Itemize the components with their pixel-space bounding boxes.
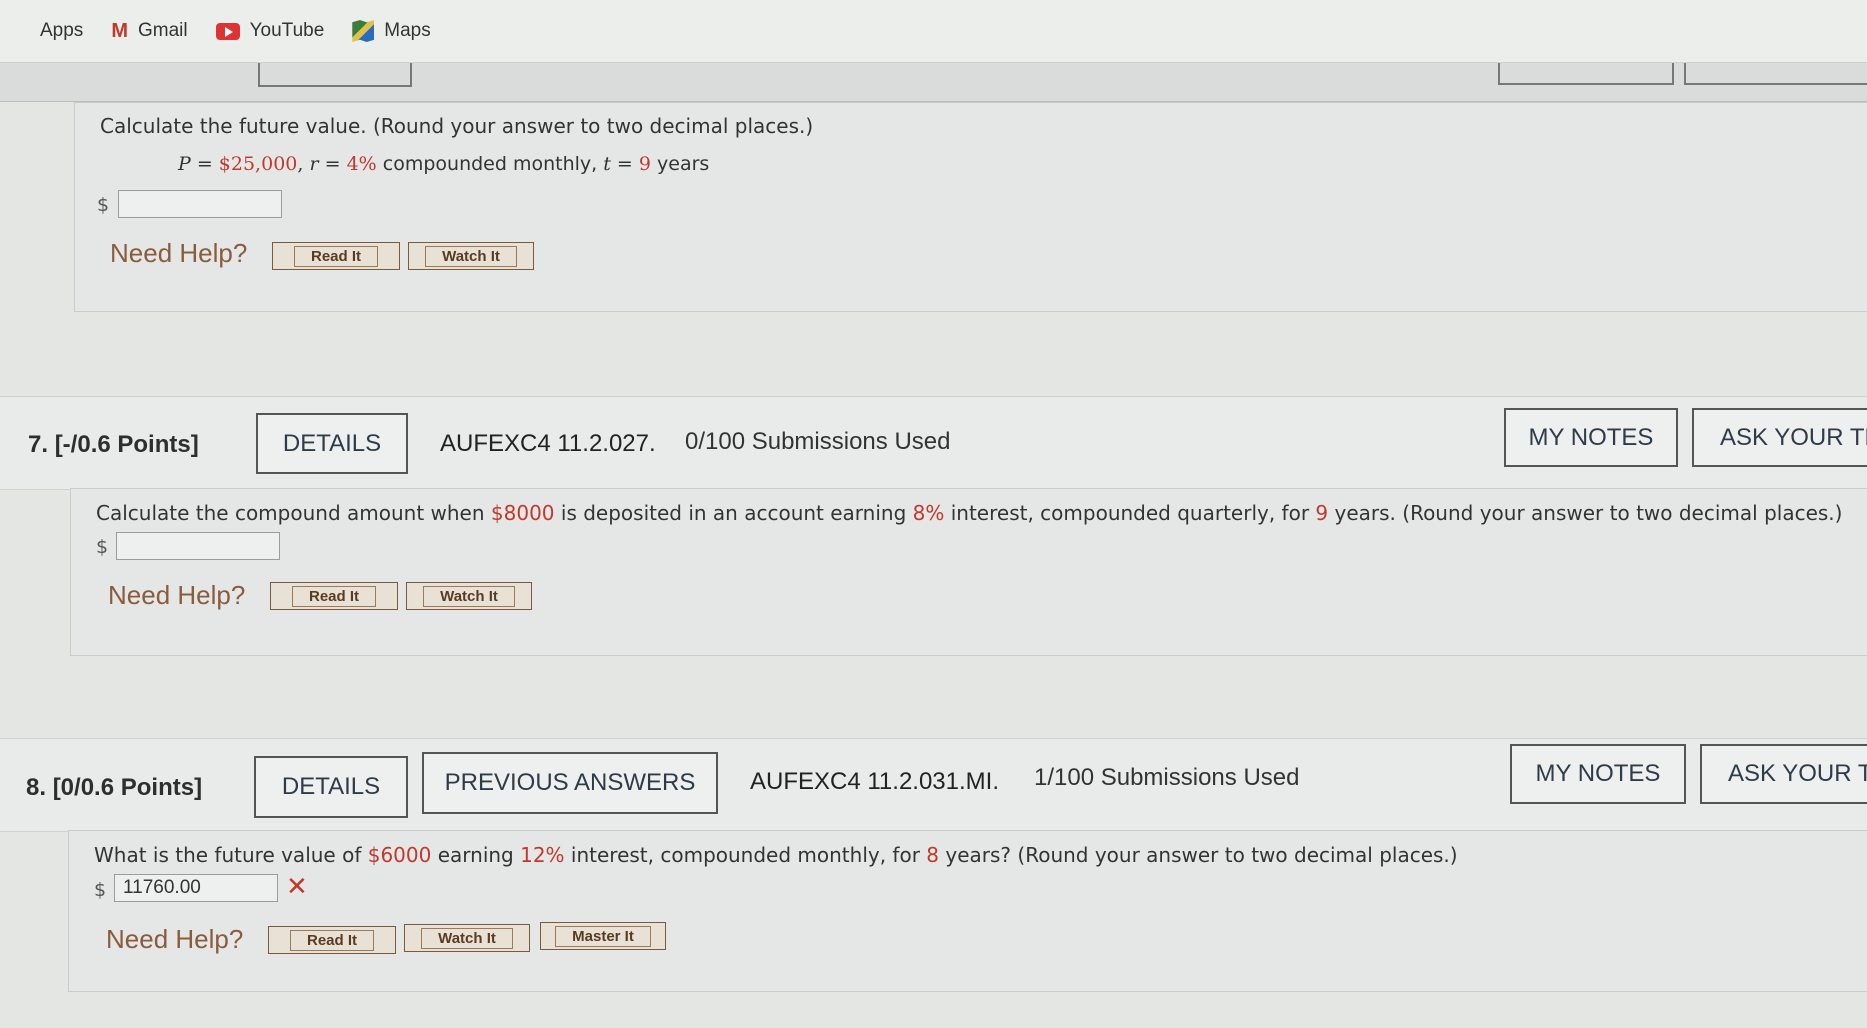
question7-code: AUFEXC4 11.2.027. — [440, 430, 656, 457]
question8-ask-teacher-button[interactable]: ASK YOUR T — [1700, 744, 1867, 804]
question7-currency: $ — [96, 536, 109, 558]
ask-teacher-button-partial[interactable] — [1684, 63, 1867, 85]
incorrect-x-icon: ✕ — [286, 872, 308, 902]
question8-code: AUFEXC4 11.2.031.MI. — [750, 768, 999, 795]
my-notes-button-partial[interactable] — [1498, 63, 1674, 85]
details-button-partial[interactable] — [258, 63, 412, 87]
question7-details-button[interactable]: DETAILS — [256, 413, 408, 474]
question8-previous-answers-button[interactable]: PREVIOUS ANSWERS — [422, 752, 718, 814]
question6-answer-input[interactable] — [118, 190, 282, 218]
gmail-icon: M — [111, 19, 128, 42]
question6-watch-it-button[interactable]: Watch It — [408, 242, 534, 270]
bookmark-apps[interactable]: Apps — [18, 20, 83, 42]
question6-need-help: Need Help? — [110, 238, 248, 268]
question7-my-notes-button[interactable]: MY NOTES — [1504, 408, 1678, 467]
previous-question-header-strip — [0, 63, 1867, 102]
bookmark-apps-label: Apps — [40, 20, 84, 41]
question8-prompt: What is the future value of $6000 earnin… — [94, 843, 1458, 867]
question7-number-points: 7. [-/0.6 Points] — [28, 431, 199, 458]
question8-master-it-button[interactable]: Master It — [540, 922, 666, 950]
question8-submissions: 1/100 Submissions Used — [1034, 764, 1300, 791]
youtube-icon — [215, 22, 240, 40]
question6-currency: $ — [97, 194, 110, 216]
bookmark-gmail[interactable]: M Gmail — [111, 20, 187, 43]
bookmark-youtube[interactable]: YouTube — [215, 20, 325, 42]
question8-need-help: Need Help? — [106, 924, 244, 954]
bookmark-gmail-label: Gmail — [137, 20, 188, 41]
question7-read-it-button[interactable]: Read It — [270, 582, 398, 610]
question8-details-button[interactable]: DETAILS — [254, 756, 408, 818]
question7-answer-input[interactable] — [116, 532, 280, 560]
question6-prompt: Calculate the future value. (Round your … — [100, 114, 814, 138]
question8-read-it-button[interactable]: Read It — [268, 926, 396, 954]
question7-need-help: Need Help? — [108, 580, 246, 610]
maps-icon — [352, 20, 375, 42]
question6-read-it-button[interactable]: Read It — [272, 242, 400, 270]
question8-watch-it-button[interactable]: Watch It — [404, 924, 530, 952]
question7-submissions: 0/100 Submissions Used — [685, 428, 951, 455]
question7-watch-it-button[interactable]: Watch It — [406, 582, 532, 610]
apps-grid-icon — [18, 21, 32, 41]
question7-ask-teacher-button[interactable]: ASK YOUR TE — [1692, 408, 1867, 467]
bookmark-youtube-label: YouTube — [249, 20, 325, 41]
question8-currency: $ — [94, 879, 107, 901]
question6-formula: P = $25,000, r = 4% compounded monthly, … — [178, 153, 710, 175]
question8-my-notes-button[interactable]: MY NOTES — [1510, 744, 1686, 804]
question8-number-points: 8. [0/0.6 Points] — [26, 774, 203, 801]
bookmarks-bar: Apps M Gmail YouTube Maps — [0, 0, 1867, 63]
bookmark-maps-label: Maps — [384, 20, 431, 41]
question7-prompt: Calculate the compound amount when $8000… — [96, 501, 1843, 525]
bookmark-maps[interactable]: Maps — [352, 20, 431, 42]
question8-answer-input[interactable]: 11760.00 — [114, 874, 278, 902]
